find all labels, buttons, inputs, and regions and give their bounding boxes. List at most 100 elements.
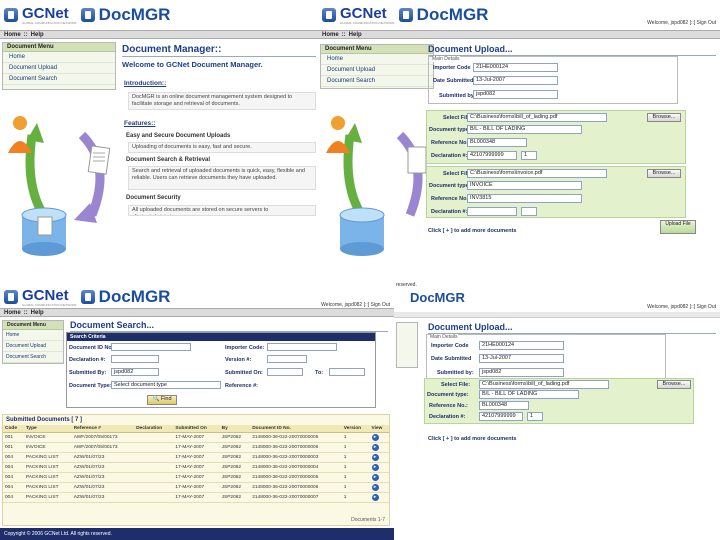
browse-button[interactable]: Browse...: [647, 113, 681, 122]
table-cell: PACKING LIST: [23, 482, 72, 493]
file-path-field[interactable]: C:\Business\forms\bill_of_lading.pdf: [467, 113, 607, 122]
document-entry-2: Select File: C:\Business\forms\invoice.p…: [426, 166, 686, 218]
view-document-icon[interactable]: ▸: [371, 434, 379, 441]
results-panel: Submitted Documents [ 7 ] Code Type Refere…: [2, 414, 390, 526]
find-button[interactable]: 🔍 Find: [147, 395, 177, 405]
reference-field[interactable]: BL000348: [467, 138, 527, 147]
nav-home[interactable]: Home: [4, 32, 21, 38]
nav-help[interactable]: Help: [31, 310, 44, 316]
table-cell: [134, 432, 174, 443]
document-type-select[interactable]: B/L - BILL OF LADING: [479, 390, 579, 399]
view-document-icon[interactable]: ▸: [371, 494, 379, 501]
importer-code-field[interactable]: [267, 343, 337, 351]
table-cell: [134, 452, 174, 463]
sidebar-item-home[interactable]: Home: [3, 330, 63, 341]
reference-field[interactable]: INV3815: [467, 194, 582, 203]
table-row: 004 PACKING LIST AZW/01/07/23 17-MAY-2007 JS…: [3, 452, 389, 463]
view-cell[interactable]: ▸: [369, 462, 389, 473]
view-document-icon[interactable]: ▸: [371, 474, 379, 481]
top-nav: Home:: Help: [0, 30, 318, 39]
table-cell: PACKING LIST: [23, 472, 72, 483]
sidebar-item-document-upload[interactable]: Document Upload: [3, 341, 63, 352]
reference-field[interactable]: BL000348: [479, 401, 529, 410]
feature-3-text: All uploaded documents are stored on sec…: [128, 205, 316, 216]
table-cell: [134, 482, 174, 493]
view-cell[interactable]: ▸: [369, 492, 389, 503]
table-cell: AZW/01/07/23: [71, 462, 135, 473]
column-header: Version: [341, 425, 370, 433]
sidebar-item-document-upload[interactable]: Document Upload: [321, 65, 433, 76]
document-type-select[interactable]: B/L - BILL OF LADING: [467, 125, 582, 134]
upload-file-button[interactable]: Upload File: [660, 220, 696, 234]
table-cell: 17-MAY-2007: [173, 492, 220, 503]
view-cell[interactable]: ▸: [369, 442, 389, 453]
document-type-select[interactable]: INVOICE: [467, 181, 582, 190]
nav-help[interactable]: Help: [349, 32, 362, 38]
declaration-field[interactable]: 42107999999: [467, 151, 517, 160]
sidebar-menu: [396, 322, 418, 368]
declaration-field[interactable]: [467, 207, 517, 216]
add-more-link[interactable]: Click [ + ] to add more documents: [428, 228, 516, 234]
view-document-icon[interactable]: ▸: [371, 444, 379, 451]
table-cell: 17-MAY-2007: [173, 482, 220, 493]
view-document-icon[interactable]: ▸: [371, 464, 379, 471]
app-header: GCNet GLOBAL COMMUNICATION NETWORK DocMGR: [0, 0, 318, 30]
browse-button[interactable]: Browse...: [657, 380, 691, 389]
version-field[interactable]: [267, 355, 307, 363]
table-row: 004 PACKING LIST AZW/01/07/23 17-MAY-2007 JS…: [3, 492, 389, 503]
table-cell: 17-MAY-2007: [173, 472, 220, 483]
table-cell: [134, 462, 174, 473]
welcome-heading: Welcome to GCNet Document Manager.: [122, 60, 263, 69]
view-document-icon[interactable]: ▸: [371, 484, 379, 491]
table-cell: [134, 442, 174, 453]
gcnet-logo: GCNet GLOBAL COMMUNICATION NETWORK: [22, 287, 77, 307]
date-submitted-field[interactable]: 13-Jul-2007: [473, 76, 558, 85]
declaration-field[interactable]: 42107999999: [479, 412, 523, 421]
add-more-link[interactable]: Click [ + ] to add more documents: [428, 436, 516, 442]
sidebar-item-document-search[interactable]: Document Search: [3, 352, 63, 363]
view-document-icon[interactable]: ▸: [371, 454, 379, 461]
table-cell: 001: [3, 432, 24, 443]
date-submitted-field[interactable]: 13-Jul-2007: [479, 354, 564, 363]
declaration-seq-field[interactable]: 1: [527, 412, 543, 421]
sidebar-item-home[interactable]: Home: [321, 54, 433, 65]
document-type-select[interactable]: Select document type: [111, 381, 221, 389]
browse-button[interactable]: Browse...: [647, 169, 681, 178]
submitted-on-to-field[interactable]: [329, 368, 365, 376]
declaration-seq-field[interactable]: 1: [521, 151, 537, 160]
main-content: Document Manager:: Welcome to GCNet Docu…: [122, 44, 316, 280]
gcnet-logo: GCNet GLOBAL COMMUNICATION NETWORK: [22, 5, 77, 25]
submitted-on-from-field[interactable]: [267, 368, 303, 376]
page-title: Document Manager::: [122, 44, 316, 57]
table-cell: AZW/01/07/23: [71, 492, 135, 503]
nav-home[interactable]: Home: [322, 32, 339, 38]
nav-home[interactable]: Home: [4, 310, 21, 316]
sidebar-item-document-upload[interactable]: Document Upload: [3, 63, 115, 74]
sidebar-item-document-search[interactable]: Document Search: [321, 76, 433, 87]
file-path-field[interactable]: C:\Business\forms\invoice.pdf: [467, 169, 607, 178]
view-cell[interactable]: ▸: [369, 482, 389, 493]
importer-code-field[interactable]: 21HE000124: [473, 63, 558, 72]
declaration-seq-field[interactable]: [521, 207, 537, 216]
gcnet-logo-icon: [4, 290, 18, 304]
view-cell[interactable]: ▸: [369, 432, 389, 443]
table-cell: INVOICE: [23, 432, 72, 443]
nav-help[interactable]: Help: [31, 32, 44, 38]
submitted-by-field[interactable]: jspd082: [479, 368, 564, 377]
feature-1-title: Easy and Secure Document Uploads: [126, 133, 231, 139]
table-cell: AWF/2007/05/00173: [71, 442, 135, 453]
column-header: View: [369, 425, 389, 433]
table-cell: AZW/01/07/23: [71, 472, 135, 483]
view-cell[interactable]: ▸: [369, 472, 389, 483]
submitted-by-field[interactable]: jspd082: [111, 368, 159, 376]
sidebar-item-document-search[interactable]: Document Search: [3, 74, 115, 85]
submitted-by-field[interactable]: jspd082: [473, 90, 558, 99]
view-cell[interactable]: ▸: [369, 452, 389, 463]
document-id-field[interactable]: [111, 343, 191, 351]
file-path-field[interactable]: C:\Business\forms\bill_of_lading.pdf: [479, 380, 609, 389]
declaration-field[interactable]: [111, 355, 159, 363]
table-cell: JSP2062: [219, 492, 251, 503]
sidebar-item-home[interactable]: Home: [3, 52, 115, 63]
importer-code-field[interactable]: 21HE000124: [479, 341, 564, 350]
docmgr-logo-icon: [398, 8, 413, 22]
